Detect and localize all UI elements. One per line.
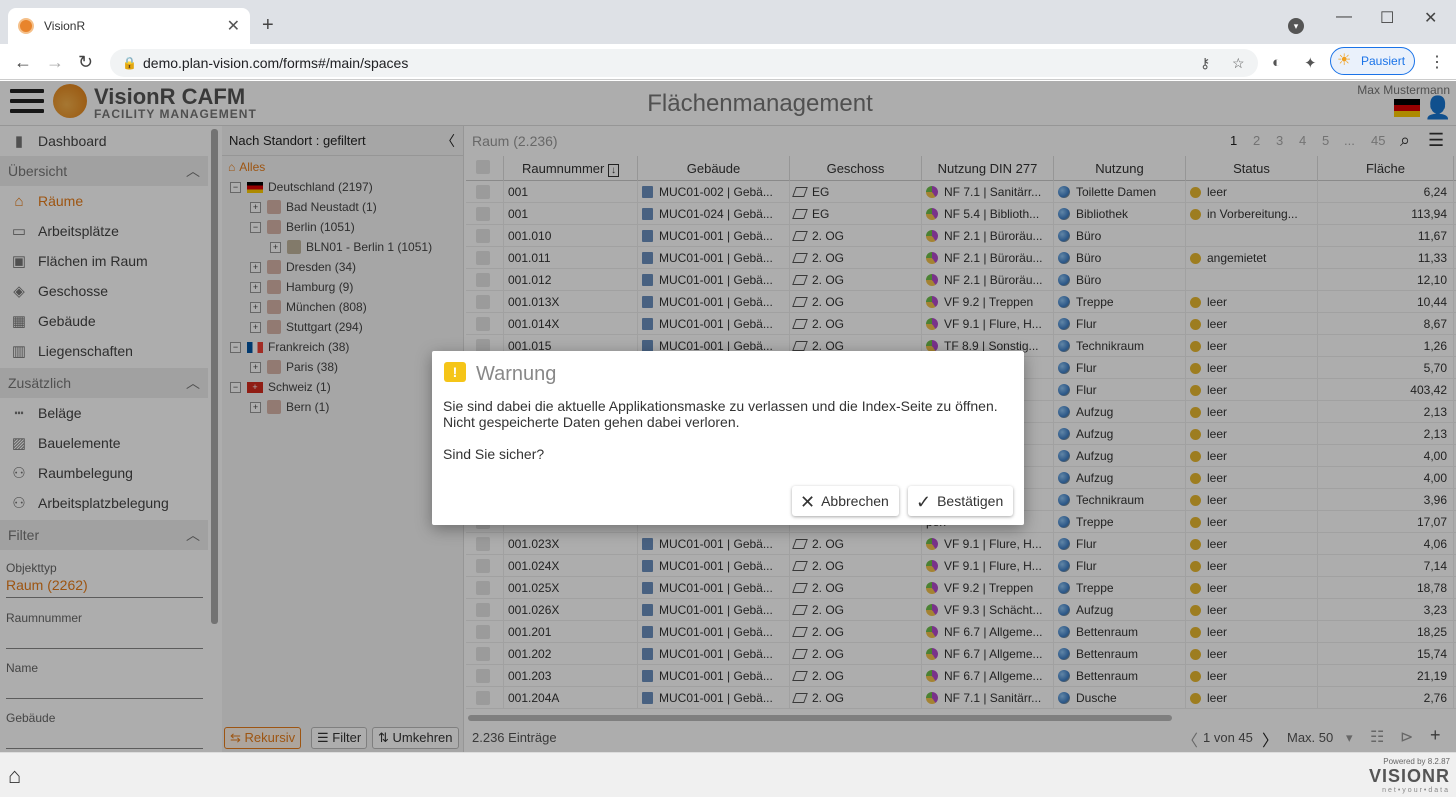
browser-menu-icon[interactable]: ⋮ xyxy=(1429,52,1445,72)
dialog-message: Sie sind dabei die aktuelle Applikations… xyxy=(443,398,998,462)
sun-icon: ☀ xyxy=(1337,52,1352,69)
bookmark-star-icon[interactable]: ☆ xyxy=(1232,49,1245,77)
cancel-button[interactable]: ✕ Abbrechen xyxy=(792,486,899,516)
warning-dialog: ! Warnung Sie sind dabei die aktuelle Ap… xyxy=(432,351,1024,525)
maximize-icon[interactable]: ☐ xyxy=(1380,8,1394,28)
forward-icon[interactable]: → xyxy=(46,52,64,73)
warning-icon: ! xyxy=(444,362,466,382)
powered-by-logo: Powered by 8.2.87 VISIONR net•your•data xyxy=(1368,757,1450,794)
browser-tabstrip: VisionR ✕ + ▾ — ☐ ✕ xyxy=(0,0,1456,44)
window-close-icon[interactable]: ✕ xyxy=(1424,8,1437,28)
bottom-bar: ⌂ Powered by 8.2.87 VISIONR net•your•dat… xyxy=(0,752,1456,797)
new-tab-icon[interactable]: + xyxy=(262,14,274,37)
check-icon: ✓ xyxy=(916,492,932,512)
lock-icon: 🔒 xyxy=(122,56,137,70)
url-field[interactable]: 🔒 demo.plan-vision.com/forms#/main/space… xyxy=(110,49,1258,77)
profile-paused-button[interactable]: ☀ Pausiert xyxy=(1330,47,1415,75)
home-icon[interactable]: ⌂ xyxy=(8,763,21,789)
extension-circle-icon[interactable]: ◐ xyxy=(1272,54,1281,71)
back-icon[interactable]: ← xyxy=(14,52,32,73)
close-icon: ✕ xyxy=(800,492,816,512)
minimize-icon[interactable]: — xyxy=(1336,8,1352,26)
confirm-button[interactable]: ✓ Bestätigen xyxy=(908,486,1014,516)
extensions-puzzle-icon[interactable]: ✦ xyxy=(1304,54,1317,72)
visionr-favicon-icon xyxy=(18,18,34,34)
reload-icon[interactable]: ↻ xyxy=(78,52,93,73)
tab-search-icon[interactable]: ▾ xyxy=(1288,18,1304,34)
dialog-title: Warnung xyxy=(476,363,557,385)
key-icon[interactable]: ⚷ xyxy=(1200,49,1210,77)
address-bar-row: ← → ↻ 🔒 demo.plan-vision.com/forms#/main… xyxy=(0,44,1456,80)
browser-tab[interactable]: VisionR ✕ xyxy=(8,8,250,44)
tab-close-icon[interactable]: ✕ xyxy=(227,16,240,36)
tab-title: VisionR xyxy=(44,19,86,33)
